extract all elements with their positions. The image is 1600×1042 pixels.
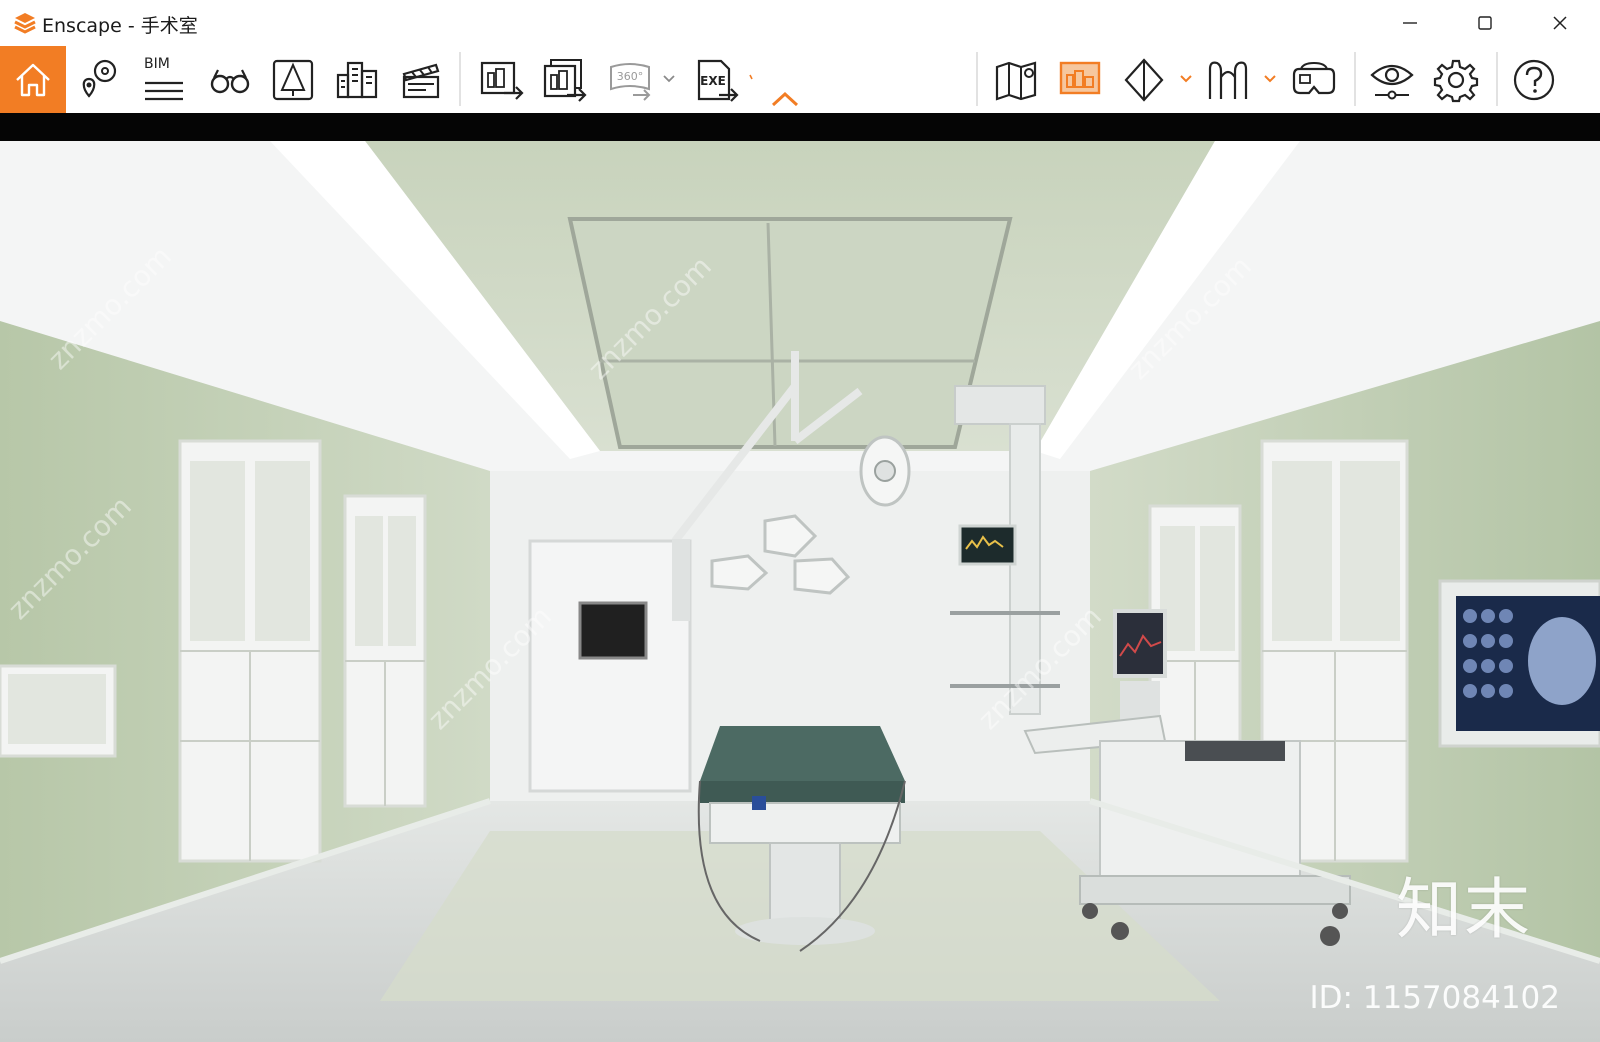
batch-render-button[interactable] xyxy=(538,46,590,113)
batch-render-icon xyxy=(543,58,587,102)
render-360-button[interactable]: 360° xyxy=(604,46,656,113)
dropdown-indicator-icon[interactable] xyxy=(749,74,757,82)
title-bar: Enscape - 手术室 xyxy=(0,0,1600,46)
section-button[interactable] xyxy=(1118,46,1170,113)
atmosphere-button[interactable] xyxy=(1054,46,1106,113)
export-exe-label: EXE xyxy=(700,74,726,88)
visual-settings-icon xyxy=(1370,64,1414,99)
binoculars-icon xyxy=(210,69,250,93)
vr-headset-icon xyxy=(1292,61,1336,94)
render-image-button[interactable] xyxy=(475,46,527,113)
site-context-button[interactable] xyxy=(331,46,383,113)
toolbar-separator xyxy=(1496,52,1498,106)
home-button[interactable] xyxy=(0,46,66,113)
maximize-icon xyxy=(1478,16,1492,30)
bim-label: BIM xyxy=(144,56,170,72)
views-icon xyxy=(82,59,117,98)
chevron-down-icon[interactable] xyxy=(1180,74,1192,84)
minimize-button[interactable] xyxy=(1374,0,1446,46)
enscape-logo-icon xyxy=(14,13,36,34)
chevron-up-icon[interactable] xyxy=(770,90,800,108)
window-title: Enscape - 手术室 xyxy=(42,15,198,37)
views-button[interactable] xyxy=(74,46,126,113)
toolbar-separator xyxy=(1354,52,1356,106)
chevron-down-icon[interactable] xyxy=(1264,74,1276,84)
site-context-icon xyxy=(336,61,378,98)
close-button[interactable] xyxy=(1524,0,1596,46)
asset-library-icon xyxy=(272,59,314,100)
close-icon xyxy=(1553,16,1567,30)
settings-icon xyxy=(1433,59,1479,102)
chevron-down-icon[interactable] xyxy=(663,74,675,84)
toolbar-separator xyxy=(976,52,978,106)
watermark-id: ID: 1157084102 xyxy=(1309,980,1560,1016)
render-viewport[interactable]: znzmo.com znzmo.com znzmo.com znzmo.com … xyxy=(0,141,1600,1042)
vr-headset-button[interactable] xyxy=(1288,46,1340,113)
render-360-label: 360° xyxy=(617,70,644,83)
home-icon xyxy=(16,63,50,96)
people-icon xyxy=(1208,61,1248,99)
people-button[interactable] xyxy=(1202,46,1254,113)
section-icon xyxy=(1124,57,1164,102)
render-360-icon: 360° xyxy=(610,62,651,101)
map-button[interactable] xyxy=(990,46,1042,113)
minimize-icon xyxy=(1403,22,1417,24)
watermark-logo: 知末 xyxy=(1396,871,1532,948)
map-icon xyxy=(995,61,1037,101)
export-exe-icon: EXE xyxy=(697,59,739,102)
main-toolbar: BIM 360° EXE xyxy=(0,46,1600,113)
render-image-icon xyxy=(480,61,524,100)
video-editor-button[interactable] xyxy=(395,46,447,113)
video-editor-icon xyxy=(402,63,440,98)
help-button[interactable] xyxy=(1508,46,1560,113)
help-icon xyxy=(1513,59,1555,100)
toolbar-separator xyxy=(459,52,461,106)
asset-library-button[interactable] xyxy=(267,46,319,113)
settings-button[interactable] xyxy=(1430,46,1482,113)
binoculars-button[interactable] xyxy=(204,46,256,113)
viewport-top-strip xyxy=(0,113,1600,141)
visual-settings-button[interactable] xyxy=(1366,46,1418,113)
operating-room-render: znzmo.com znzmo.com znzmo.com znzmo.com … xyxy=(0,141,1600,1042)
atmosphere-icon xyxy=(1059,61,1101,94)
maximize-button[interactable] xyxy=(1449,0,1521,46)
export-exe-button[interactable]: EXE xyxy=(690,46,742,113)
